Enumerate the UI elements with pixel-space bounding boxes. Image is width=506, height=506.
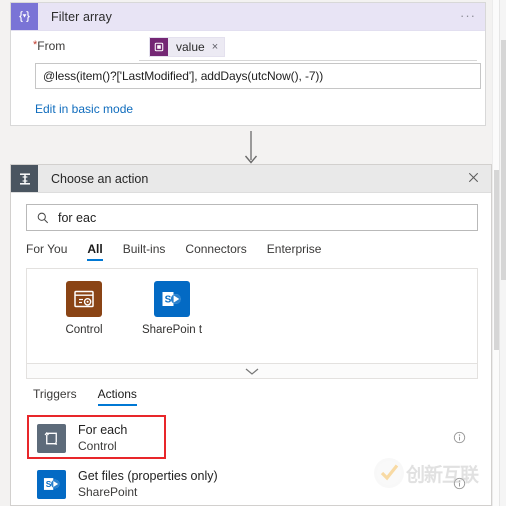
choose-an-action-panel: Choose an action for eac For You All Bui… — [10, 164, 492, 506]
tab-built-ins[interactable]: Built-ins — [123, 242, 166, 261]
panel-header: Choose an action — [11, 165, 491, 193]
info-icon[interactable] — [453, 477, 466, 490]
list-item-subtitle: SharePoint — [78, 485, 138, 499]
app-root: Filter array ··· *From value × @less(ite… — [0, 0, 506, 506]
page-scrollbar-thumb[interactable] — [501, 40, 506, 280]
result-type-tabs: Triggers Actions — [33, 387, 138, 406]
svg-text:S: S — [45, 479, 51, 489]
for-each-loop-icon — [37, 423, 66, 453]
control-icon — [66, 281, 102, 317]
connector-card-sharepoint[interactable]: S SharePoin t — [141, 281, 203, 337]
list-item-texts: Get files (properties only) SharePoint — [78, 469, 218, 499]
expression-input[interactable]: @less(item()?['LastModified'], addDays(u… — [35, 63, 481, 89]
tab-enterprise[interactable]: Enterprise — [267, 242, 322, 261]
dynamic-content-token[interactable]: value × — [149, 36, 226, 57]
filter-array-menu-button[interactable]: ··· — [460, 7, 476, 25]
from-row: *From value × — [11, 33, 485, 61]
action-results-list: For each Control S Get files (properties… — [26, 415, 478, 506]
list-item-title: For each — [78, 423, 128, 437]
search-icon — [36, 211, 50, 225]
category-tabs: For You All Built-ins Connectors Enterpr… — [26, 242, 321, 261]
filter-array-title: Filter array — [51, 9, 112, 24]
expression-braces-icon — [11, 3, 38, 30]
from-field[interactable]: value × — [139, 33, 477, 61]
tab-all[interactable]: All — [87, 242, 104, 261]
svg-text:S: S — [165, 295, 172, 306]
from-label-text: From — [37, 39, 66, 53]
dynamic-content-icon — [150, 37, 168, 56]
close-icon[interactable] — [466, 170, 482, 186]
panel-title: Choose an action — [51, 171, 149, 186]
search-input-value: for eac — [58, 210, 97, 225]
chevron-down-icon — [245, 368, 259, 375]
tab-connectors[interactable]: Connectors — [185, 242, 246, 261]
connector-grid: Control S SharePoin t — [27, 269, 477, 337]
tab-actions[interactable]: Actions — [97, 387, 138, 406]
search-input[interactable]: for eac — [26, 204, 478, 231]
list-item[interactable]: For each Control — [26, 415, 478, 461]
edit-in-basic-mode-link[interactable]: Edit in basic mode — [35, 102, 133, 116]
connector-results-box: Control S SharePoin t — [26, 268, 478, 364]
inner-scrollbar[interactable] — [492, 0, 499, 506]
list-item-subtitle: Control — [78, 439, 117, 453]
list-item[interactable]: S Get files (properties only) SharePoint — [26, 461, 478, 506]
sharepoint-icon: S — [37, 469, 66, 499]
connector-card-label: Control — [65, 324, 103, 336]
list-item-title: Get files (properties only) — [78, 469, 218, 483]
tab-for-you[interactable]: For You — [26, 242, 67, 261]
page-scrollbar[interactable] — [499, 0, 506, 506]
filter-array-header: Filter array ··· — [11, 3, 485, 31]
connector-card-label: SharePoin t — [141, 324, 203, 336]
expand-connectors-button[interactable] — [26, 364, 478, 379]
flow-connector — [241, 131, 261, 167]
connector-card-control[interactable]: Control — [53, 281, 115, 337]
insert-action-icon — [11, 165, 38, 192]
from-label: *From — [33, 39, 65, 53]
filter-array-card: Filter array ··· *From value × @less(ite… — [10, 2, 486, 126]
sharepoint-icon: S — [154, 281, 190, 317]
token-label: value — [176, 39, 205, 54]
arrow-down-icon — [244, 131, 258, 164]
close-icon[interactable]: × — [212, 41, 218, 53]
info-icon[interactable] — [453, 431, 466, 444]
list-item-texts: For each Control — [78, 423, 127, 453]
tab-triggers[interactable]: Triggers — [33, 387, 77, 406]
